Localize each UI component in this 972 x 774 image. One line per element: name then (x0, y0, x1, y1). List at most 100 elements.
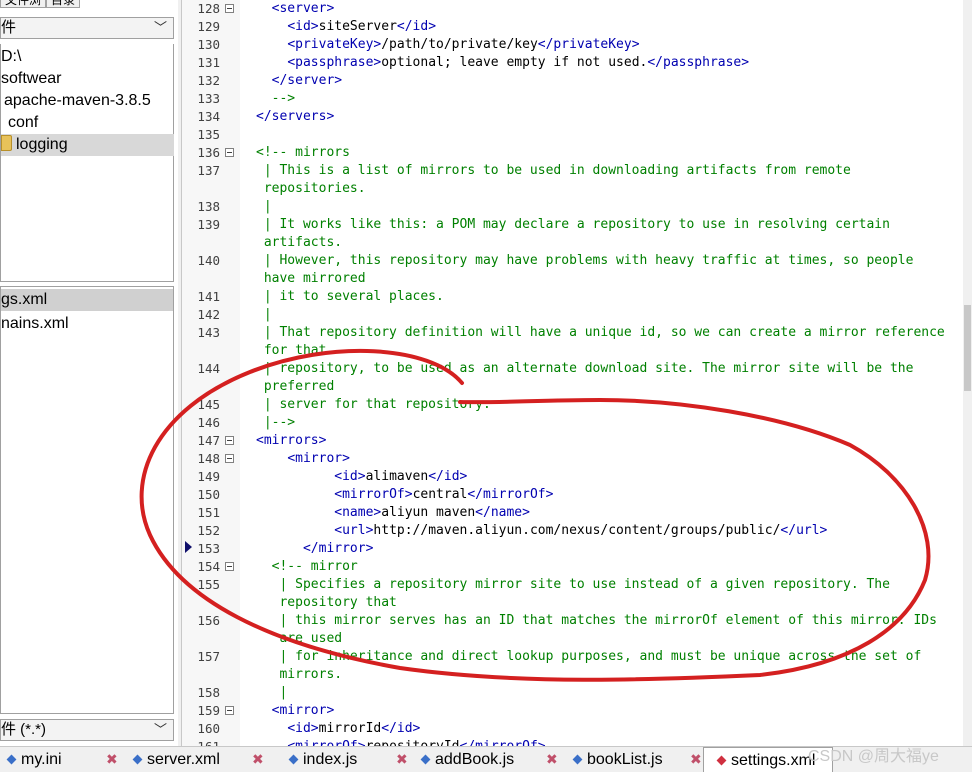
close-icon[interactable]: ✖ (252, 752, 264, 766)
code-line[interactable]: <mirror> (256, 702, 335, 720)
code-line[interactable]: | repository, to be used as an alternate… (256, 360, 914, 378)
file-list-item-label: nains.xml (1, 315, 69, 332)
code-line[interactable]: | server for that repository. (256, 396, 491, 414)
file-icon (420, 754, 431, 765)
fold-toggle-icon[interactable] (225, 454, 234, 463)
fold-toggle-icon[interactable] (225, 4, 234, 13)
code-line[interactable]: mirrors. (256, 666, 342, 684)
chevron-down-icon[interactable]: ﹀ (154, 18, 167, 38)
code-line[interactable]: </mirror> (256, 540, 373, 558)
code-line[interactable]: <id>siteServer</id> (256, 18, 436, 36)
close-icon[interactable]: ✖ (396, 752, 408, 766)
code-line[interactable]: | it to several places. (256, 288, 444, 306)
tab-booklist-js[interactable]: bookList.js ✖ (562, 747, 702, 771)
folder-combo[interactable]: 件 ﹀ (0, 17, 174, 39)
code-line[interactable]: | This is a list of mirrors to be used i… (256, 162, 851, 180)
file-filter-label: 件 (*.*) (1, 721, 47, 738)
line-number: 150 (197, 487, 220, 502)
tab-label: my.ini (21, 751, 62, 768)
code-line[interactable]: | (256, 684, 287, 702)
code-line[interactable]: are used (256, 630, 342, 648)
code-line[interactable]: <id>mirrorId</id> (256, 720, 420, 738)
code-line[interactable]: <mirrorOf>central</mirrorOf> (256, 486, 553, 504)
code-line[interactable]: <url>http://maven.aliyun.com/nexus/conte… (256, 522, 827, 540)
close-icon[interactable]: ✖ (106, 752, 118, 766)
bookmark-marker-icon (185, 541, 192, 553)
chevron-down-icon[interactable]: ﹀ (154, 720, 167, 740)
tree-item[interactable]: logging (1, 134, 174, 156)
tab-directory[interactable]: 目录 (46, 0, 81, 8)
code-line[interactable]: <mirror> (256, 450, 350, 468)
tab-file-browser[interactable]: 文件浏 (0, 0, 47, 8)
tab-label: addBook.js (435, 751, 515, 768)
file-list-item[interactable]: nains.xml (1, 313, 69, 335)
code-line[interactable]: | However, this repository may have prob… (256, 252, 914, 270)
close-icon[interactable]: ✖ (690, 752, 702, 766)
tab-index-js[interactable]: index.js ✖ (272, 747, 410, 771)
code-line[interactable]: repository that (256, 594, 396, 612)
code-line[interactable]: | this mirror serves has an ID that matc… (256, 612, 936, 630)
fold-toggle-icon[interactable] (225, 562, 234, 571)
code-editor[interactable]: 128 129 130 131 132 133 134 135 136 137 138 139 140 1… (182, 0, 972, 746)
code-line[interactable]: |--> (256, 414, 295, 432)
code-line[interactable]: | for inheritance and direct lookup purp… (256, 648, 921, 666)
tree-item-label: conf (8, 114, 39, 131)
line-number: 132 (197, 73, 220, 88)
code-line[interactable]: for that (256, 342, 327, 360)
tree-item-label: logging (16, 136, 68, 153)
code-line[interactable]: | (256, 198, 272, 216)
code-line[interactable]: | Specifies a repository mirror site to … (256, 576, 890, 594)
code-line[interactable]: repositories. (256, 180, 366, 198)
line-number: 157 (197, 649, 220, 664)
fold-toggle-icon[interactable] (225, 706, 234, 715)
code-line[interactable]: <id>alimaven</id> (256, 468, 467, 486)
tab-addbook-js[interactable]: addBook.js ✖ (412, 747, 558, 771)
code-line[interactable]: | (256, 306, 272, 324)
tree-item[interactable]: softwear (1, 68, 61, 90)
line-number: 135 (197, 127, 220, 142)
scrollbar-thumb[interactable] (964, 305, 971, 391)
file-icon (132, 754, 143, 765)
code-line[interactable]: preferred (256, 378, 334, 396)
code-line[interactable]: artifacts. (256, 234, 342, 252)
tab-my-ini[interactable]: my.ini ✖ (0, 747, 118, 771)
code-line[interactable]: <mirrorOf>repositoryId</mirrorOf> (256, 738, 545, 746)
file-list-item-label: gs.xml (1, 291, 48, 308)
code-line[interactable]: <mirrors> (256, 432, 326, 450)
file-list-item[interactable]: gs.xml (1, 289, 173, 311)
code-line[interactable]: --> (256, 90, 295, 108)
tree-item[interactable]: apache-maven-3.8.5 (1, 90, 151, 112)
tab-label: server.xml (147, 751, 220, 768)
line-number: 130 (197, 37, 220, 52)
folder-icon (1, 135, 12, 151)
code-line[interactable]: <!-- mirror (256, 558, 358, 576)
file-filter-combo[interactable]: 件 (*.*) ﹀ (0, 719, 174, 741)
tree-item[interactable]: D:\ (1, 46, 21, 68)
line-number: 133 (197, 91, 220, 106)
code-line[interactable]: <!-- mirrors (256, 144, 350, 162)
line-number: 148 (197, 451, 220, 466)
file-icon (716, 755, 727, 766)
line-number: 156 (197, 613, 220, 628)
code-line[interactable]: </servers> (256, 108, 334, 126)
close-icon[interactable]: ✖ (546, 752, 558, 766)
fold-toggle-icon[interactable] (225, 436, 234, 445)
folder-combo-label: 件 (1, 19, 17, 36)
line-number: 131 (197, 55, 220, 70)
line-number: 141 (197, 289, 220, 304)
tree-item[interactable]: conf (1, 112, 38, 134)
file-icon (288, 754, 299, 765)
fold-toggle-icon[interactable] (225, 148, 234, 157)
line-number: 145 (197, 397, 220, 412)
code-line[interactable]: <server> (256, 0, 335, 18)
code-line[interactable]: <name>aliyun maven</name> (256, 504, 530, 522)
code-line[interactable]: <passphrase>optional; leave empty if not… (256, 54, 749, 72)
vertical-scrollbar[interactable] (963, 0, 972, 746)
code-line[interactable]: <privateKey>/path/to/private/key</privat… (256, 36, 639, 54)
code-line[interactable]: have mirrored (256, 270, 366, 288)
code-line[interactable]: </server> (256, 72, 342, 90)
folder-tree: D:\ softwear apache-maven-3.8.5 conf logging (0, 44, 174, 282)
code-line[interactable]: | It works like this: a POM may declare … (256, 216, 890, 234)
tab-server-xml[interactable]: server.xml ✖ (124, 747, 264, 771)
code-line[interactable]: | That repository definition will have a… (256, 324, 945, 342)
